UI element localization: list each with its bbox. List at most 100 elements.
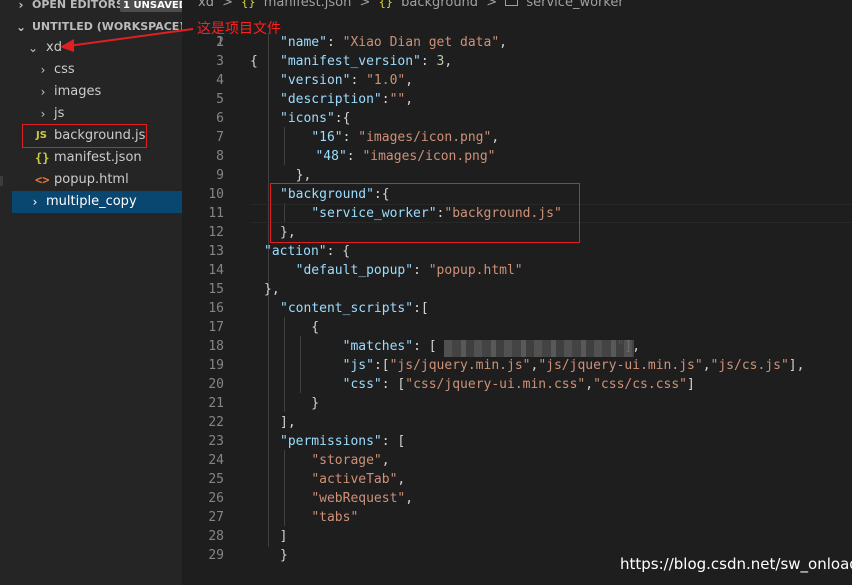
- code-text: "activeTab",: [280, 470, 405, 489]
- code-token: "description": [280, 92, 382, 107]
- code-token: "js/cs.js": [710, 358, 789, 373]
- code-token: "1.0": [366, 73, 406, 88]
- tree-item-css[interactable]: › css: [12, 59, 182, 81]
- code-token: "action": [264, 244, 327, 259]
- tree-item-label: css: [54, 62, 75, 77]
- tree-item-images[interactable]: › images: [12, 81, 182, 103]
- code-token: "js/jquery-ui.min.js": [538, 358, 703, 373]
- line-number: 16: [208, 301, 224, 316]
- code-line: 26 "webRequest",: [182, 489, 852, 508]
- line-number: 8: [216, 149, 224, 164]
- vscode-window: › OPEN EDITORS 1 UNSAVED ⌄ UNTITLED (WOR…: [0, 0, 852, 585]
- workspace-header[interactable]: ⌄ UNTITLED (WORKSPACE): [12, 16, 184, 38]
- open-editors-header[interactable]: › OPEN EDITORS 1 UNSAVED: [12, 0, 191, 16]
- code-token: "Xiao Dian get data": [342, 35, 500, 50]
- code-token: ],: [280, 415, 296, 430]
- chevron-down-icon: ⌄: [16, 20, 27, 34]
- highlight-box-background-config: [270, 183, 580, 243]
- code-token: ],: [788, 358, 805, 373]
- code-text: "css": ["css/jquery-ui.min.css","css/cs.…: [280, 375, 695, 394]
- breadcrumb-item[interactable]: service_worker: [526, 0, 623, 10]
- code-line: 4 "version": "1.0",: [182, 71, 852, 90]
- line-number: 29: [208, 548, 224, 563]
- redacted-region: [444, 340, 634, 357]
- code-token: "storage": [311, 453, 382, 468]
- code-token: "webRequest": [311, 491, 406, 506]
- code-line: 15},: [182, 280, 852, 299]
- tree-item-label: multiple_copy: [46, 194, 137, 209]
- code-text: "action": {: [264, 242, 350, 261]
- line-number: 4: [216, 73, 224, 88]
- code-line: 6 "icons":{: [182, 109, 852, 128]
- code-token: },: [264, 282, 280, 297]
- code-token: "manifest_version": [280, 54, 421, 69]
- code-token: "js/jquery.min.js": [389, 358, 531, 373]
- line-number: 20: [208, 377, 224, 392]
- breadcrumb-separator: >: [359, 0, 371, 10]
- code-text: ]: [264, 527, 288, 546]
- code-line: 24 "storage",: [182, 451, 852, 470]
- code-token: "content_scripts": [280, 301, 414, 316]
- code-token: "permissions": [280, 434, 382, 449]
- code-token: :[: [413, 301, 429, 316]
- tree-item-js[interactable]: › js: [12, 103, 182, 125]
- chevron-right-icon: ›: [40, 107, 46, 121]
- code-line: 19 "js":["js/jquery.min.js","js/jquery-u…: [182, 356, 852, 375]
- breadcrumb-item[interactable]: background: [401, 0, 478, 10]
- breadcrumb-separator: >: [222, 0, 233, 10]
- line-number: 23: [208, 434, 224, 449]
- code-token: {: [280, 320, 320, 335]
- highlight-box-background-js: [22, 124, 147, 148]
- code-token: ,: [405, 73, 414, 88]
- activity-indicator: [0, 176, 3, 186]
- code-token: "images/icon.png": [362, 149, 496, 164]
- code-token: :: [413, 263, 429, 278]
- line-number: 15: [208, 282, 224, 297]
- code-token: }: [280, 548, 288, 563]
- code-line: 7 "16": "images/icon.png",: [182, 128, 852, 147]
- breadcrumb-item[interactable]: manifest.json: [264, 0, 352, 10]
- watermark: https://blog.csdn.net/sw_onload: [620, 555, 852, 573]
- code-line: 21 }: [182, 394, 852, 413]
- code-token: ]: [687, 377, 695, 392]
- code-line: 20 "css": ["css/jquery-ui.min.css","css/…: [182, 375, 852, 394]
- code-line: 17 {: [182, 318, 852, 337]
- code-line: 16 "content_scripts":[: [182, 299, 852, 318]
- activity-bar: [0, 0, 12, 585]
- code-text: {: [280, 318, 319, 337]
- code-line: 22],: [182, 413, 852, 432]
- breadcrumb: xd > {} manifest.json > {} background > …: [198, 0, 628, 13]
- code-token: :: [350, 73, 367, 88]
- code-text: "manifest_version": 3,: [280, 52, 452, 71]
- html-file-icon: <>: [35, 173, 50, 187]
- code-text: "permissions": [: [280, 432, 405, 451]
- code-text: "content_scripts":[: [280, 299, 429, 318]
- line-number: 18: [208, 339, 224, 354]
- tree-item-popup-html[interactable]: <> popup.html: [12, 169, 182, 191]
- line-number: 6: [216, 111, 224, 126]
- code-token: "css": [342, 377, 382, 392]
- breadcrumb-item[interactable]: xd: [198, 0, 214, 10]
- line-number: 11: [208, 206, 224, 221]
- object-icon: {}: [378, 0, 394, 9]
- code-text: "default_popup": "popup.html": [280, 261, 523, 280]
- line-number: 26: [208, 491, 224, 506]
- line-number: 14: [208, 263, 224, 278]
- tree-item-xd[interactable]: ⌄ xd: [12, 37, 182, 59]
- line-number: 9: [216, 168, 224, 183]
- code-editor[interactable]: xd > {} manifest.json > {} background > …: [182, 0, 852, 585]
- code-token: :: [420, 54, 437, 69]
- chevron-right-icon: ›: [40, 85, 46, 99]
- code-text: "description":"",: [280, 90, 413, 109]
- line-number: 3: [216, 54, 224, 69]
- tree-item-multiple-copy[interactable]: › multiple_copy: [12, 191, 182, 213]
- code-token: "16": [311, 130, 343, 145]
- tree-item-manifest-json[interactable]: {} manifest.json: [12, 147, 182, 169]
